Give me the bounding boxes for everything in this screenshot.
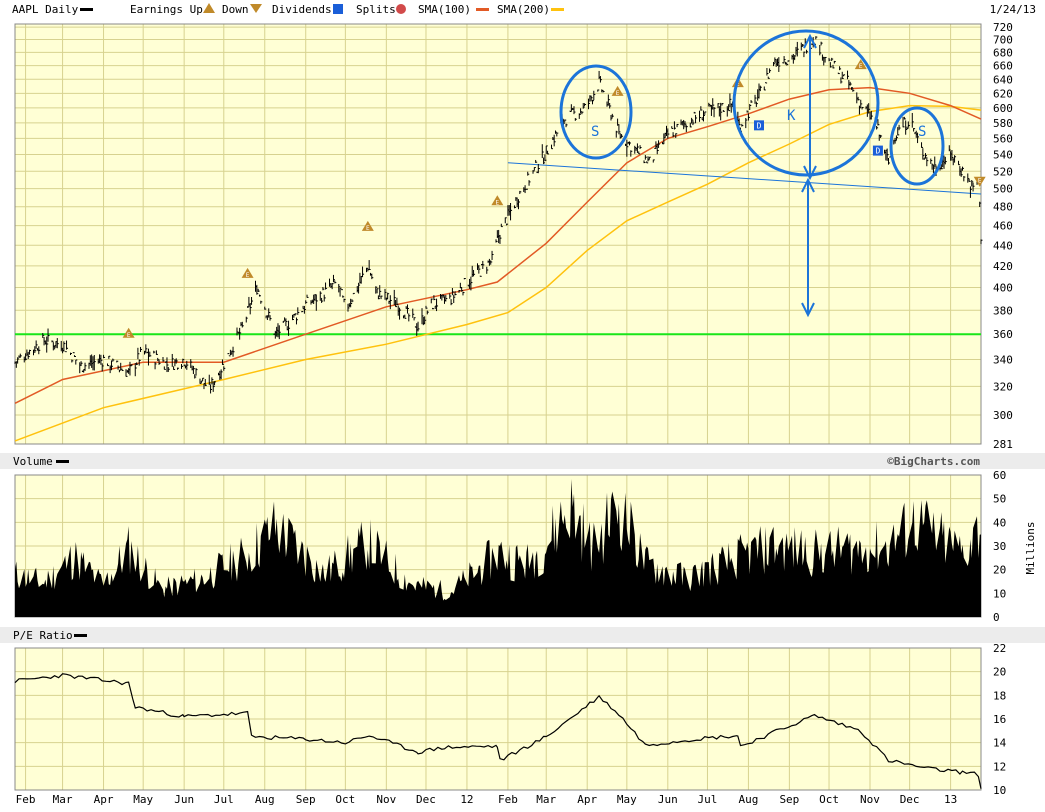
volume-tick-label: 0 [993,611,1000,624]
x-tick-label: Mar [536,793,556,806]
x-tick-label: Jul [214,793,234,806]
x-tick-label: Apr [577,793,597,806]
price-tick-label: 360 [993,328,1013,341]
volume-tick-label: 20 [993,564,1006,577]
dividend-legend-icon [333,4,343,14]
price-tick-label: 520 [993,165,1013,178]
dividend-marker-glyph: D [757,121,762,130]
price-tick-label: 340 [993,354,1013,367]
price-tick-label: 320 [993,380,1013,393]
pe-tick-label: 12 [993,760,1006,773]
x-tick-label: Jul [698,793,718,806]
x-tick-label: Feb [498,793,518,806]
x-tick-label: Apr [94,793,114,806]
volume-tick-label: 60 [993,469,1006,482]
splits-label: Splits [356,3,396,16]
x-tick-label: Jun [174,793,194,806]
volume-tick-label: 30 [993,540,1006,553]
x-tick-label: Mar [53,793,73,806]
x-tick-label: Sep [296,793,316,806]
sma100-label: SMA(100) [418,3,471,16]
x-tick-label: Sep [779,793,799,806]
right-shoulder-label: S [918,124,926,140]
price-tick-label: 620 [993,87,1013,100]
sma100-swatch [476,8,489,11]
price-tick-label: 540 [993,149,1013,162]
pe-label: P/E Ratio [13,629,73,642]
price-tick-label: 500 [993,183,1013,196]
pe-tick-label: 22 [993,642,1006,655]
left-shoulder-label: S [591,124,599,140]
x-tick-label: Oct [335,793,355,806]
symbol-swatch [80,8,93,11]
x-tick-label: 13 [944,793,957,806]
sma200-swatch [551,8,564,11]
x-tick-label: 12 [460,793,473,806]
volume-unit-label: Millions [1024,522,1037,575]
down-label: Down [222,3,249,16]
earnings-down-legend-icon [250,4,262,13]
x-tick-label: Jun [658,793,678,806]
volume-label: Volume [13,455,53,468]
pe-swatch [74,634,87,637]
volume-tick-label: 40 [993,516,1006,529]
pe-tick-label: 18 [993,689,1006,702]
earnings-up-marker-glyph: E [366,225,370,232]
x-tick-label: May [617,793,637,806]
price-tick-label: 560 [993,132,1013,145]
earnings-up-marker-glyph: E [616,90,620,97]
x-tick-label: Aug [738,793,758,806]
dividends-label: Dividends [272,3,332,16]
volume-tick-label: 50 [993,493,1006,506]
price-tick-label: 680 [993,46,1013,59]
earnings-up-marker-glyph: E [127,332,131,339]
x-tick-label: Dec [416,793,436,806]
header-date: 1/24/13 [990,3,1036,16]
price-tick-label: 700 [993,34,1013,47]
earnings-up-legend-icon [203,3,215,13]
x-tick-label: Dec [900,793,920,806]
earnings-down-marker-glyph: E [978,178,982,185]
credit-label: ©BigCharts.com [887,455,980,468]
chart-svg: AAPL Daily Earnings Up Down Dividends Sp… [0,3,1045,806]
price-tick-label: 300 [993,409,1013,422]
pe-tick-label: 20 [993,666,1006,679]
x-tick-label: Feb [16,793,36,806]
price-tick-label: 480 [993,201,1013,214]
pe-tick-label: 10 [993,784,1006,797]
price-tick-label: 720 [993,21,1013,34]
price-tick-label: 580 [993,117,1013,130]
x-tick-label: Aug [255,793,275,806]
price-tick-label: 440 [993,239,1013,252]
price-tick-label: 660 [993,60,1013,73]
pe-header-bar [0,627,1045,643]
pe-tick-label: 16 [993,713,1006,726]
head-label: K [787,108,796,124]
price-tick-label: 281 [993,438,1013,451]
price-tick-label: 380 [993,304,1013,317]
x-tick-label: Nov [376,793,396,806]
x-tick-label: May [133,793,153,806]
earnings-up-marker-glyph: E [859,63,863,70]
price-tick-label: 400 [993,282,1013,295]
price-tick-label: 640 [993,73,1013,86]
price-panel [15,24,981,444]
earnings-up-marker-glyph: E [496,199,500,206]
price-tick-label: 600 [993,102,1013,115]
price-tick-label: 460 [993,220,1013,233]
x-tick-label: Nov [860,793,880,806]
volume-tick-label: 10 [993,587,1006,600]
earnings-label: Earnings Up [130,3,203,16]
dividend-marker-glyph: D [876,147,881,156]
symbol-label: AAPL Daily [12,3,79,16]
sma200-label: SMA(200) [497,3,550,16]
price-tick-label: 420 [993,260,1013,273]
volume-swatch [56,460,69,463]
x-tick-label: Oct [819,793,839,806]
split-legend-icon [396,4,406,14]
pe-tick-label: 14 [993,737,1007,750]
chart-root: AAPL Daily Earnings Up Down Dividends Sp… [0,0,1045,808]
earnings-up-marker-glyph: E [246,272,250,279]
